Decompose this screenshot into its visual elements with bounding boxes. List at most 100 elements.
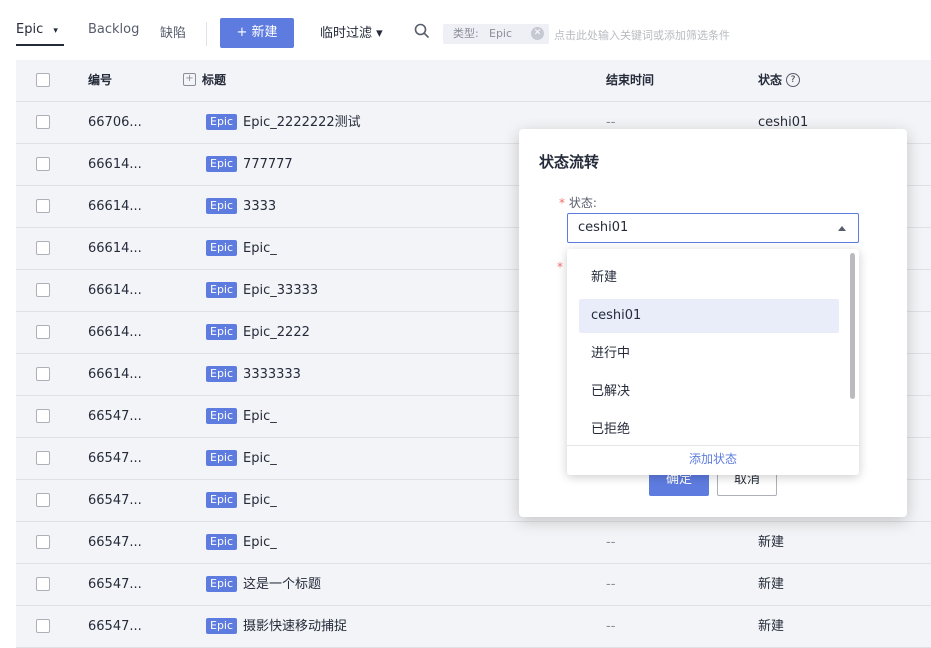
divider: [206, 22, 207, 46]
filter-chip[interactable]: 类型: Epic ✕: [443, 24, 549, 44]
table-row[interactable]: 66547... Epic Epic_ -- 新建: [16, 522, 931, 564]
chevron-up-icon: [838, 226, 846, 231]
tab-epic[interactable]: Epic ▾: [16, 22, 58, 37]
tab-epic-label: Epic: [16, 22, 44, 37]
row-title-text: Epic_33333: [243, 283, 319, 298]
row-title[interactable]: Epic Epic_: [206, 396, 277, 437]
row-checkbox[interactable]: [36, 577, 50, 591]
dropdown-option[interactable]: 新建: [579, 261, 839, 295]
row-title[interactable]: Epic 3333333: [206, 354, 301, 395]
row-id[interactable]: 66614...: [88, 354, 142, 395]
row-checkbox[interactable]: [36, 451, 50, 465]
type-tag: Epic: [206, 155, 238, 172]
table-row[interactable]: 66547... Epic 摄影快速移动捕捉 -- 新建: [16, 606, 931, 648]
row-title-text: 这是一个标题: [243, 577, 322, 592]
row-id[interactable]: 66614...: [88, 270, 142, 311]
new-button[interactable]: + 新建: [220, 18, 294, 48]
temp-filter-dropdown[interactable]: 临时过滤 ▾: [320, 22, 383, 41]
row-id[interactable]: 66547...: [88, 606, 142, 647]
row-id[interactable]: 66547...: [88, 522, 142, 563]
row-title[interactable]: Epic 777777: [206, 144, 293, 185]
row-id[interactable]: 66547...: [88, 396, 142, 437]
type-tag: Epic: [206, 113, 238, 130]
row-id[interactable]: 66614...: [88, 312, 142, 353]
row-title-text: 777777: [243, 157, 293, 172]
close-icon[interactable]: ✕: [531, 27, 544, 40]
row-status[interactable]: 新建: [758, 564, 784, 605]
header-id: 编号: [88, 73, 113, 87]
table-header: 编号 + 标题 结束时间 状态?: [16, 60, 931, 102]
search-icon[interactable]: [414, 23, 430, 39]
type-tag: Epic: [206, 239, 238, 256]
row-title[interactable]: Epic 这是一个标题: [206, 564, 321, 605]
header-title: + 标题: [183, 60, 226, 101]
row-title[interactable]: Epic 摄影快速移动捕捉: [206, 606, 347, 647]
row-title[interactable]: Epic Epic_: [206, 438, 277, 479]
row-end-time: --: [606, 577, 616, 592]
dropdown-option[interactable]: 已拒绝: [579, 413, 839, 447]
row-title-text: 3333333: [243, 367, 301, 382]
row-title[interactable]: Epic Epic_2222222测试: [206, 102, 361, 143]
type-tag: Epic: [206, 533, 238, 550]
scrollbar[interactable]: [850, 253, 855, 399]
row-id[interactable]: 66547...: [88, 438, 142, 479]
required-marker: *: [557, 260, 563, 274]
chevron-down-icon: ▾: [53, 26, 58, 36]
help-icon[interactable]: ?: [786, 72, 801, 87]
row-title[interactable]: Epic Epic_2222: [206, 312, 310, 353]
row-title-text: 3333: [243, 199, 277, 214]
row-checkbox[interactable]: [36, 283, 50, 297]
status-select[interactable]: ceshi01: [567, 213, 859, 243]
row-checkbox[interactable]: [36, 619, 50, 633]
row-checkbox[interactable]: [36, 325, 50, 339]
dropdown-option[interactable]: ceshi01: [579, 299, 839, 333]
row-title[interactable]: Epic Epic_: [206, 480, 277, 521]
row-checkbox[interactable]: [36, 535, 50, 549]
type-tag: Epic: [206, 323, 238, 340]
row-id[interactable]: 66614...: [88, 144, 142, 185]
row-id[interactable]: 66614...: [88, 186, 142, 227]
type-tag: Epic: [206, 491, 238, 508]
row-title-text: Epic_: [243, 409, 277, 424]
filter-chip-key: 类型:: [453, 27, 479, 40]
row-id[interactable]: 66547...: [88, 564, 142, 605]
row-checkbox[interactable]: [36, 199, 50, 213]
row-title-text: Epic_: [243, 451, 277, 466]
row-title[interactable]: Epic 3333: [206, 186, 276, 227]
row-end-time: --: [606, 619, 616, 634]
type-tag: Epic: [206, 281, 238, 298]
row-status[interactable]: 新建: [758, 606, 784, 647]
row-checkbox[interactable]: [36, 241, 50, 255]
type-tag: Epic: [206, 365, 238, 382]
row-checkbox[interactable]: [36, 157, 50, 171]
row-checkbox[interactable]: [36, 367, 50, 381]
row-status[interactable]: 新建: [758, 522, 784, 563]
row-id[interactable]: 66706...: [88, 102, 142, 143]
dropdown-option[interactable]: 进行中: [579, 337, 839, 371]
row-checkbox[interactable]: [36, 493, 50, 507]
row-title-text: Epic_2222222测试: [243, 115, 361, 130]
row-id[interactable]: 66614...: [88, 228, 142, 269]
search-input[interactable]: 点击此处输入关键词或添加筛选条件: [554, 27, 730, 43]
row-title[interactable]: Epic Epic_: [206, 522, 277, 563]
row-title[interactable]: Epic Epic_: [206, 228, 277, 269]
header-status-label: 状态: [758, 73, 783, 87]
tab-defect[interactable]: 缺陷: [160, 22, 186, 41]
row-checkbox[interactable]: [36, 115, 50, 129]
table-row[interactable]: 66547... Epic 这是一个标题 -- 新建: [16, 564, 931, 606]
active-tab-indicator: [16, 44, 64, 46]
row-id[interactable]: 66547...: [88, 480, 142, 521]
type-tag: Epic: [206, 575, 238, 592]
dropdown-option[interactable]: 已解决: [579, 375, 839, 409]
expand-all-icon[interactable]: +: [183, 73, 196, 86]
add-status-link[interactable]: 添加状态: [567, 445, 859, 475]
toolbar: Epic ▾ Backlog 缺陷 + 新建 临时过滤 ▾ 类型: Epic ✕…: [0, 0, 931, 60]
header-end-time: 结束时间: [606, 73, 655, 87]
type-tag: Epic: [206, 449, 238, 466]
row-checkbox[interactable]: [36, 409, 50, 423]
row-title[interactable]: Epic Epic_33333: [206, 270, 318, 311]
tab-backlog[interactable]: Backlog: [88, 22, 139, 37]
select-all-checkbox[interactable]: [36, 73, 50, 87]
row-title-text: Epic_: [243, 535, 277, 550]
status-field-label: * 状态:: [559, 194, 597, 211]
